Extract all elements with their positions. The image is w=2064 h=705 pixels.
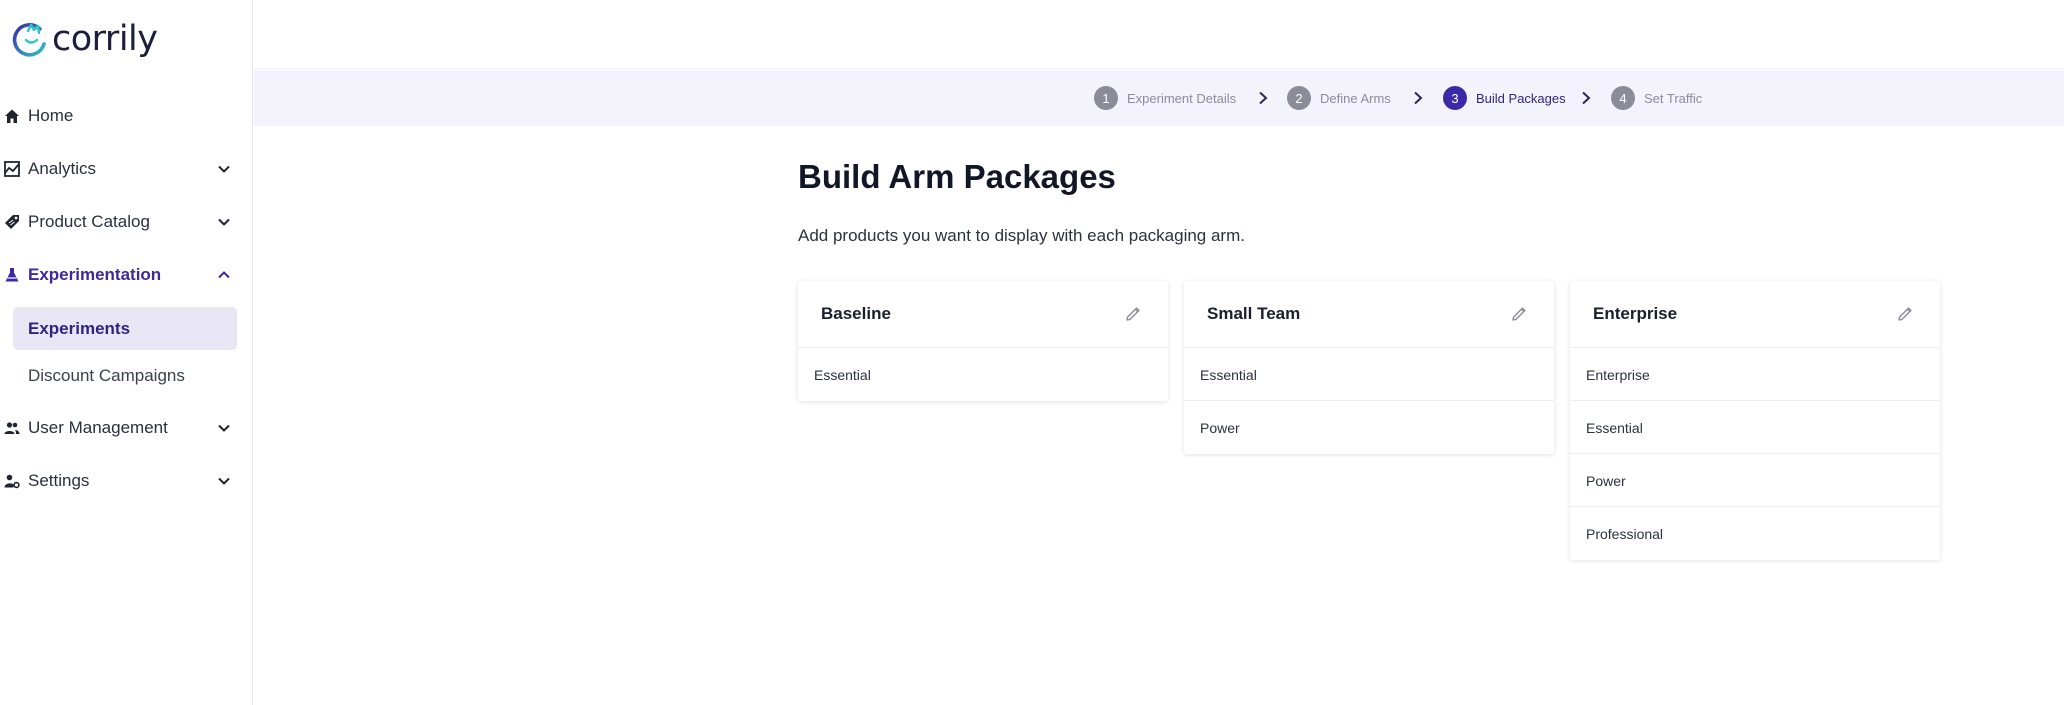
chevron-right-icon [1259, 91, 1268, 105]
sidebar-subitem-experiments[interactable]: Experiments [13, 307, 237, 350]
arm-card-header: Baseline [798, 281, 1168, 348]
chevron-down-icon [218, 477, 230, 485]
step-experiment-details[interactable]: 1 Experiment Details [1094, 86, 1236, 110]
arm-card-enterprise: Enterprise Enterprise Essential Power Pr… [1570, 281, 1940, 560]
step-label: Experiment Details [1127, 90, 1237, 106]
tag-icon [5, 215, 19, 229]
sidebar-item-label: Experimentation [28, 265, 162, 284]
arm-card-header: Enterprise [1570, 281, 1940, 348]
chevron-up-icon [218, 271, 230, 279]
chevron-down-icon [218, 424, 230, 432]
step-number: 2 [1287, 86, 1311, 110]
logo-text: corrily [52, 19, 158, 59]
sidebar-item-product-catalog[interactable]: Product Catalog [0, 202, 253, 242]
product-name: Power [1586, 473, 1626, 489]
user-settings-icon [4, 474, 20, 489]
sidebar-item-analytics[interactable]: Analytics [0, 149, 253, 189]
product-row[interactable]: Essential [1184, 348, 1554, 401]
product-name: Essential [1586, 420, 1643, 436]
home-icon [5, 109, 19, 123]
chevron-right-icon [1582, 91, 1591, 105]
step-define-arms[interactable]: 2 Define Arms [1287, 86, 1391, 110]
step-label: Build Packages [1476, 90, 1566, 106]
step-label: Set Traffic [1644, 90, 1703, 106]
product-name: Professional [1586, 526, 1664, 542]
sidebar-item-user-management[interactable]: User Management [0, 408, 253, 448]
product-name: Essential [814, 367, 871, 383]
corrily-logo[interactable]: corrily [10, 18, 158, 60]
arm-card-header: Small Team [1184, 281, 1554, 348]
product-row[interactable]: Professional [1570, 507, 1940, 560]
analytics-icon [4, 161, 20, 177]
page-subtitle: Add products you want to display with ea… [798, 226, 1245, 245]
users-icon [4, 422, 20, 434]
page-title: Build Arm Packages [798, 158, 1116, 195]
sidebar: corrily Home Analytics Product Catalog E… [0, 0, 253, 705]
step-number: 3 [1443, 86, 1467, 110]
sidebar-subitem-discount-campaigns[interactable]: Discount Campaigns [13, 354, 237, 397]
product-row[interactable]: Enterprise [1570, 348, 1940, 401]
sidebar-subitem-label: Experiments [28, 318, 131, 338]
chevron-down-icon [218, 165, 230, 173]
product-row[interactable]: Power [1570, 454, 1940, 507]
product-row[interactable]: Essential [798, 348, 1168, 401]
top-bar [254, 0, 2064, 69]
arm-name: Enterprise [1593, 304, 1678, 323]
product-name: Essential [1200, 367, 1257, 383]
pencil-icon[interactable] [1896, 305, 1914, 323]
step-number: 1 [1094, 86, 1118, 110]
corrily-logo-icon [12, 23, 46, 57]
step-set-traffic[interactable]: 4 Set Traffic [1611, 86, 1702, 110]
flask-icon [5, 268, 19, 282]
sidebar-item-home[interactable]: Home [0, 96, 253, 136]
arm-card-small-team: Small Team Essential Power [1184, 281, 1554, 454]
product-row[interactable]: Power [1184, 401, 1554, 454]
sidebar-item-label: User Management [28, 418, 168, 437]
arm-name: Small Team [1207, 304, 1301, 323]
pencil-icon[interactable] [1124, 305, 1142, 323]
sidebar-item-label: Analytics [28, 159, 97, 178]
pencil-icon[interactable] [1510, 305, 1528, 323]
product-name: Power [1200, 420, 1240, 436]
sidebar-item-label: Product Catalog [28, 212, 150, 231]
arm-name: Baseline [821, 304, 891, 323]
sidebar-item-label: Settings [28, 471, 90, 490]
product-name: Enterprise [1586, 367, 1650, 383]
sidebar-subitem-label: Discount Campaigns [28, 365, 185, 385]
chevron-down-icon [218, 218, 230, 226]
arm-card-baseline: Baseline Essential [798, 281, 1168, 401]
step-number: 4 [1611, 86, 1635, 110]
product-row[interactable]: Essential [1570, 401, 1940, 454]
wizard-stepper: 1 Experiment Details 2 Define Arms 3 Bui… [254, 70, 2064, 126]
sidebar-item-experimentation[interactable]: Experimentation [0, 255, 253, 295]
sidebar-item-settings[interactable]: Settings [0, 461, 253, 501]
step-build-packages[interactable]: 3 Build Packages [1443, 86, 1566, 110]
step-label: Define Arms [1320, 90, 1391, 106]
chevron-right-icon [1414, 91, 1423, 105]
sidebar-item-label: Home [28, 106, 74, 125]
